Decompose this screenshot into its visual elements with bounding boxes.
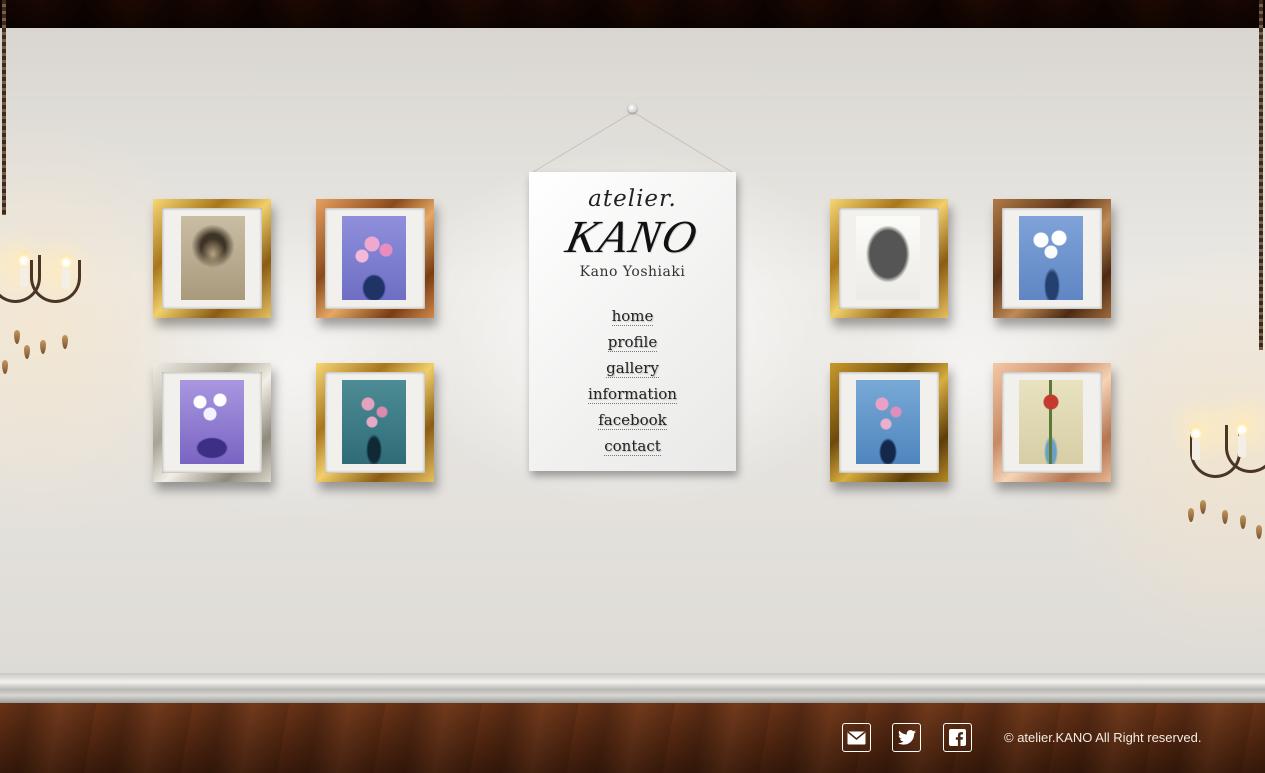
painting-purple-bouquet [180,380,244,464]
nav-gallery[interactable]: gallery [606,359,659,378]
menu-panel: atelier. KANO Kano Yoshiaki home profile… [529,172,736,471]
nav-home[interactable]: home [611,307,654,326]
painting-frame-teal-vase[interactable] [316,363,434,482]
nav-contact[interactable]: contact [604,437,661,456]
painting-frame-blue-vase[interactable] [830,363,948,482]
painting-frame-white-flowers[interactable] [993,199,1111,318]
painting-sketch [856,216,920,300]
facebook-icon[interactable] [943,723,972,752]
painting-pink-orchid [342,216,406,300]
right-chandelier-chain [1259,0,1263,350]
painting-white-flowers [1019,216,1083,300]
artist-name: Kano Yoshiaki [579,264,686,280]
logo-kano[interactable]: KANO [523,210,741,263]
left-chandelier [0,195,95,415]
painting-portrait [181,216,245,300]
painting-frame-rose[interactable] [993,363,1111,482]
left-chandelier-chain [2,0,6,215]
copyright: © atelier.KANO All Right reserved. [1004,730,1202,745]
ceiling-wood [0,0,1265,28]
logo-atelier: atelier. [588,186,677,212]
nav-facebook[interactable]: facebook [598,411,667,430]
hanging-string [532,111,733,173]
baseboard [0,673,1265,703]
nav-profile[interactable]: profile [607,333,658,352]
nav-information[interactable]: information [588,385,677,404]
painting-teal-vase [342,380,406,464]
painting-rose [1019,380,1083,464]
painting-blue-vase [856,380,920,464]
right-chandelier [1168,340,1265,560]
painting-frame-pink-orchid[interactable] [316,199,434,318]
painting-frame-portrait[interactable] [153,199,271,318]
mail-icon[interactable] [842,723,871,752]
painting-frame-sketch[interactable] [830,199,948,318]
main-nav: home profile gallery information faceboo… [529,306,736,462]
twitter-icon[interactable] [892,723,921,752]
painting-frame-purple-bouquet[interactable] [153,363,271,482]
